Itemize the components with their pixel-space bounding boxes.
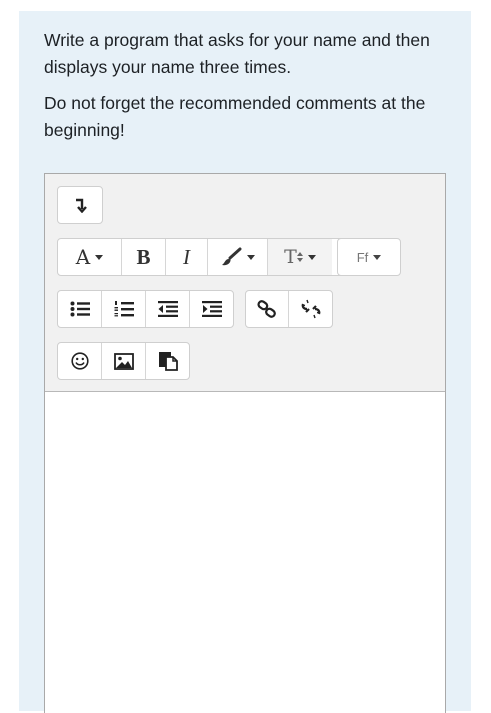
chevron-down-icon bbox=[373, 254, 382, 260]
paintbrush-icon bbox=[222, 247, 242, 266]
numbered-list-icon bbox=[114, 301, 134, 317]
font-size-label: Ff bbox=[356, 249, 369, 265]
font-family-label: A bbox=[75, 245, 91, 269]
italic-button[interactable]: I bbox=[166, 239, 208, 275]
text-format-group: A B I T bbox=[57, 238, 353, 276]
insert-group bbox=[57, 342, 190, 380]
toolbar-toggle-group bbox=[57, 186, 103, 224]
answer-editor: A B I T Ff bbox=[44, 173, 446, 713]
indent-button[interactable] bbox=[190, 291, 233, 327]
text-style-button[interactable]: T bbox=[268, 239, 332, 275]
list-group bbox=[57, 290, 234, 328]
insert-image-button[interactable] bbox=[102, 343, 146, 379]
editor-content-area[interactable] bbox=[45, 393, 445, 713]
indent-icon bbox=[201, 301, 222, 317]
smiley-icon bbox=[70, 352, 89, 370]
font-family-button[interactable]: A bbox=[58, 239, 122, 275]
unlink-button[interactable] bbox=[289, 291, 332, 327]
insert-media-button[interactable] bbox=[146, 343, 189, 379]
italic-label: I bbox=[183, 244, 190, 269]
chevron-down-icon bbox=[307, 254, 316, 260]
chevron-down-icon bbox=[247, 254, 255, 260]
editor-toolbar: A B I T Ff bbox=[45, 174, 445, 392]
toolbar-toggle-button[interactable] bbox=[58, 187, 102, 223]
font-size-button[interactable]: Ff bbox=[338, 239, 400, 275]
question-text: Write a program that asks for your name … bbox=[44, 27, 454, 153]
outdent-button[interactable] bbox=[146, 291, 190, 327]
insert-link-button[interactable] bbox=[246, 291, 289, 327]
outdent-icon bbox=[157, 301, 178, 317]
question-line-2: Do not forget the recommended comments a… bbox=[44, 93, 426, 140]
unordered-list-button[interactable] bbox=[58, 291, 102, 327]
unlink-icon bbox=[301, 299, 320, 319]
emoji-button[interactable] bbox=[58, 343, 102, 379]
bold-label: B bbox=[136, 244, 151, 269]
bold-button[interactable]: B bbox=[122, 239, 166, 275]
link-icon bbox=[257, 300, 276, 318]
size-arrows-icon bbox=[296, 252, 303, 262]
question-line-1: Write a program that asks for your name … bbox=[44, 30, 430, 77]
link-group bbox=[245, 290, 333, 328]
text-color-button[interactable] bbox=[208, 239, 268, 275]
chevron-down-icon bbox=[95, 254, 104, 260]
text-style-label: T bbox=[284, 246, 297, 268]
paste-icon bbox=[158, 352, 178, 371]
bulleted-list-icon bbox=[70, 301, 90, 317]
arrow-down-icon bbox=[76, 198, 87, 213]
ordered-list-button[interactable] bbox=[102, 291, 146, 327]
font-size-group: Ff bbox=[337, 238, 401, 276]
image-icon bbox=[113, 352, 134, 370]
question-panel: Write a program that asks for your name … bbox=[19, 11, 471, 713]
